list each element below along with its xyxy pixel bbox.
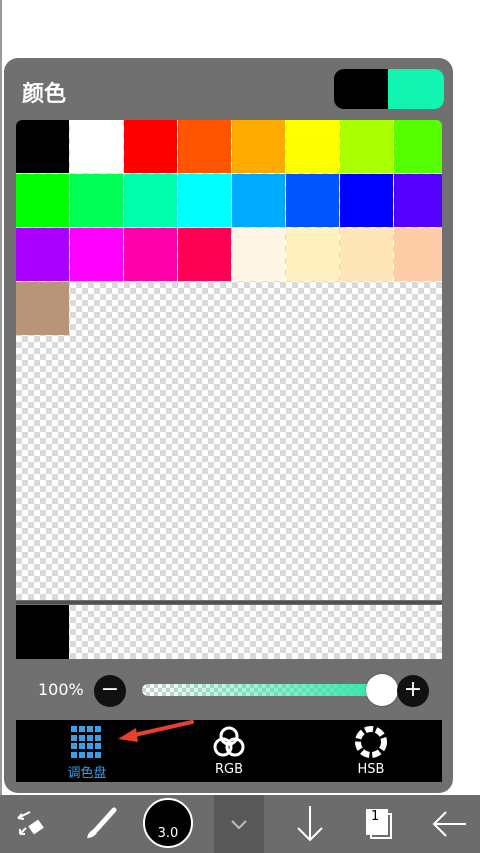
brush-size-value: 3.0 <box>157 826 179 841</box>
palette-swatch[interactable] <box>178 228 231 281</box>
layer-count: 1 <box>371 809 380 824</box>
palette-swatch[interactable] <box>340 228 393 281</box>
arrow-down-icon <box>297 806 323 842</box>
palette-swatch[interactable] <box>16 282 69 335</box>
color-history <box>16 605 442 659</box>
grid-icon <box>71 726 103 758</box>
background-color[interactable] <box>388 69 444 109</box>
foreground-color[interactable] <box>334 69 388 109</box>
palette-swatch[interactable] <box>340 174 393 227</box>
palette-swatch[interactable] <box>124 228 177 281</box>
palette-swatch[interactable] <box>394 228 442 281</box>
palette-swatch[interactable] <box>394 120 442 173</box>
divider <box>16 601 442 604</box>
arrow-left-icon <box>432 811 466 837</box>
brush-icon <box>87 807 117 838</box>
palette-swatch[interactable] <box>394 174 442 227</box>
tab-palette[interactable]: 调色盘 <box>16 720 194 782</box>
palette-swatch[interactable] <box>70 228 123 281</box>
history-swatch[interactable] <box>16 605 69 659</box>
hsb-ring-icon <box>355 726 387 758</box>
opacity-slider-fill <box>142 684 382 696</box>
tab-rgb-label: RGB <box>214 762 244 777</box>
palette-swatch[interactable] <box>232 174 285 227</box>
tab-palette-label: 调色盘 <box>67 766 107 781</box>
panel-title: 颜色 <box>22 82 67 107</box>
canvas-edge <box>0 0 2 795</box>
palette-swatch[interactable] <box>286 174 339 227</box>
palette-swatch[interactable] <box>16 228 69 281</box>
palette-swatch[interactable] <box>232 228 285 281</box>
palette-swatch[interactable] <box>178 120 231 173</box>
palette-swatch[interactable] <box>340 120 393 173</box>
brush-size-button[interactable]: 3.0 <box>143 798 193 848</box>
palette-grid-area <box>16 120 442 600</box>
plus-icon[interactable]: + <box>397 675 429 707</box>
brush-button[interactable] <box>70 795 130 853</box>
palette-swatch[interactable] <box>286 228 339 281</box>
opacity-slider-thumb[interactable] <box>366 674 398 706</box>
transform-button[interactable] <box>0 795 60 853</box>
palette-swatch[interactable] <box>178 174 231 227</box>
minus-icon[interactable]: − <box>94 675 126 707</box>
palette-swatch[interactable] <box>232 120 285 173</box>
palette-swatch[interactable] <box>16 120 69 173</box>
color-mode-tabs: 调色盘 RGB HSB <box>16 720 442 782</box>
palette-swatch[interactable] <box>70 174 123 227</box>
transform-icon <box>17 811 44 835</box>
chevron-down-icon <box>231 820 247 830</box>
tab-hsb[interactable]: HSB <box>300 720 442 782</box>
bottom-toolbar: 3.0 1 <box>0 795 480 853</box>
palette-swatch[interactable] <box>124 120 177 173</box>
color-panel: 颜色 100% − + 调色盘 RGB HSB <box>4 58 453 793</box>
palette-swatch[interactable] <box>286 120 339 173</box>
opacity-row: 100% − + <box>4 670 453 712</box>
current-color-swatch[interactable] <box>334 69 444 109</box>
palette-swatch[interactable] <box>16 174 69 227</box>
palette-swatch[interactable] <box>124 174 177 227</box>
layers-button[interactable]: 1 <box>350 795 406 853</box>
tab-rgb[interactable]: RGB <box>158 720 300 782</box>
back-button[interactable] <box>420 795 480 853</box>
opacity-slider[interactable] <box>142 684 382 696</box>
expand-toolbar-button[interactable] <box>214 795 264 853</box>
opacity-value: 100% <box>38 680 84 699</box>
tab-hsb-label: HSB <box>357 762 385 777</box>
palette-grid <box>16 120 442 335</box>
arrow-down-button[interactable] <box>282 795 338 853</box>
rgb-circles-icon <box>213 726 245 757</box>
palette-swatch[interactable] <box>70 120 123 173</box>
